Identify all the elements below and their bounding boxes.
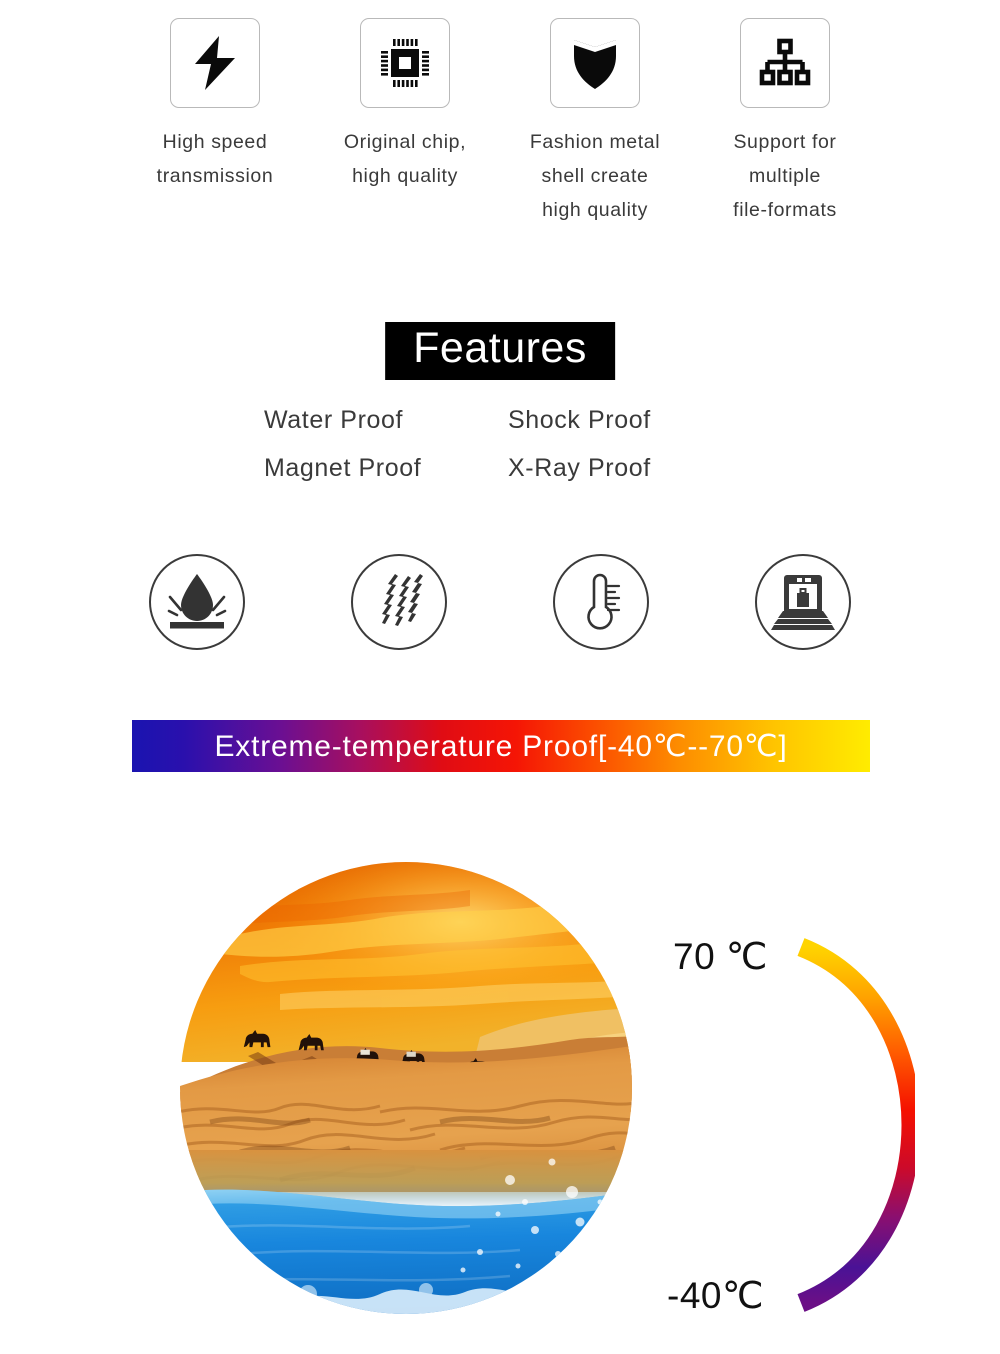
proof-icon-row (0, 554, 1000, 650)
extreme-temperature-banner: Extreme-temperature Proof[-40℃--70℃] (132, 720, 870, 772)
shield-icon (574, 40, 616, 89)
feature-item-metal-shell: Fashion metal shell create high quality (500, 18, 690, 227)
feature-icon-box (740, 18, 830, 108)
extreme-temperature-banner-text: Extreme-temperature Proof[-40℃--70℃] (214, 729, 788, 763)
feature-item-high-speed: High speed transmission (120, 18, 310, 227)
proof-icon-cell-shock (298, 554, 500, 650)
lightning-bolt-icon (195, 36, 235, 90)
proof-icon-cell-xray (702, 554, 904, 650)
proof-icon-cell-temperature (500, 554, 702, 650)
proof-label-water: Water Proof (264, 406, 404, 434)
feature-item-file-formats: Support for multiple file-formats (690, 18, 880, 227)
temperature-cold-label: -40℃ (667, 1275, 765, 1316)
feature-icon-box (550, 18, 640, 108)
temperature-hot-label: 70 ℃ (673, 936, 768, 977)
proof-icon-circle (149, 554, 245, 650)
proof-icon-circle (553, 554, 649, 650)
features-title: Features (385, 322, 615, 381)
feature-caption: High speed transmission (156, 131, 274, 187)
proof-icon-cell-water (96, 554, 298, 650)
proof-label-grid: Water Proof Shock Proof Magnet Proof X-R… (0, 402, 1000, 486)
sitemap-icon (759, 38, 811, 86)
temperature-gauge: 70 ℃ -40℃ (655, 925, 915, 1325)
desert-water-scene-image (180, 862, 632, 1314)
shock-vibration-icon (382, 574, 423, 626)
proof-label-shock: Shock Proof (508, 406, 651, 434)
temperature-arc (797, 938, 915, 1312)
feature-icon-box (170, 18, 260, 108)
scene-illustration (180, 862, 632, 1314)
proof-label-magnet: Magnet Proof (264, 454, 422, 482)
feature-caption: Original chip, high quality (343, 131, 467, 187)
feature-caption: Support for multiple file-formats (733, 131, 837, 221)
top-feature-row: High speed transmission Original chip, h… (0, 18, 1000, 227)
water-drop-splash-icon (167, 574, 227, 629)
xray-scanner-icon (771, 575, 835, 630)
proof-icon-circle (351, 554, 447, 650)
cpu-chip-icon (381, 39, 429, 87)
feature-icon-box (360, 18, 450, 108)
feature-caption: Fashion metal shell create high quality (529, 131, 661, 221)
feature-item-original-chip: Original chip, high quality (310, 18, 500, 227)
thermometer-icon (587, 573, 621, 630)
proof-icon-circle (755, 554, 851, 650)
proof-label-xray: X-Ray Proof (508, 454, 651, 482)
